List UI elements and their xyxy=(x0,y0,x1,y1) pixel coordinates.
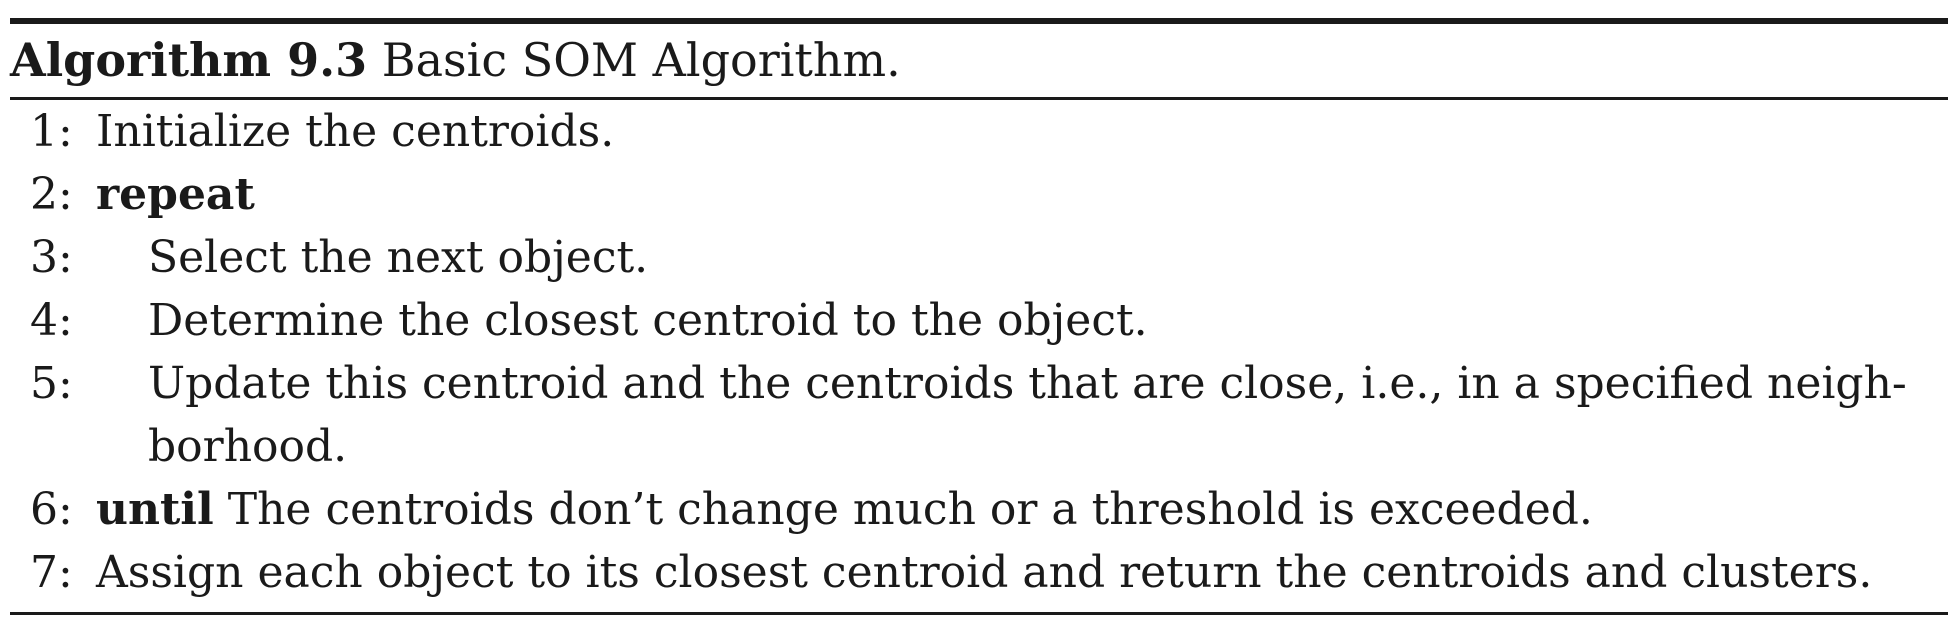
line-6-content: until The centroids don’t change much or… xyxy=(96,478,1593,541)
algorithm-label: Algorithm 9.3 xyxy=(10,33,368,87)
algorithm-line-7: 7: Assign each object to its closest cen… xyxy=(0,541,1948,604)
line-text: Update this centroid and the centroids t… xyxy=(148,358,1907,409)
bottom-rule xyxy=(10,612,1948,615)
line-number: 2: xyxy=(30,169,73,220)
algorithm-line-1: 1: Initialize the centroids. xyxy=(0,100,1948,163)
algorithm-line-5-continuation: borhood. xyxy=(0,415,1948,478)
algorithm-caption: Algorithm 9.3 Basic SOM Algorithm. xyxy=(10,24,901,97)
keyword-repeat: repeat xyxy=(96,169,255,220)
line-number: 4: xyxy=(30,295,73,346)
algorithm-line-4: 4: Determine the closest centroid to the… xyxy=(0,289,1948,352)
line-text: The centroids don’t change much or a thr… xyxy=(227,484,1593,535)
line-text: Select the next object. xyxy=(148,232,649,283)
line-text: Initialize the centroids. xyxy=(96,106,615,157)
line-number: 1: xyxy=(30,106,73,157)
line-text: Determine the closest centroid to the ob… xyxy=(148,295,1148,346)
line-number: 6: xyxy=(30,484,73,535)
line-number: 3: xyxy=(30,232,73,283)
keyword-until: until xyxy=(96,484,214,535)
line-number: 5: xyxy=(30,358,73,409)
line-number: 7: xyxy=(30,547,73,598)
algorithm-line-2: 2: repeat xyxy=(0,163,1948,226)
algorithm-title: Basic SOM Algorithm. xyxy=(381,33,901,87)
algorithm-line-5: 5: Update this centroid and the centroid… xyxy=(0,352,1948,415)
line-text-continuation: borhood. xyxy=(148,421,348,472)
line-text: Assign each object to its closest centro… xyxy=(96,547,1873,598)
algorithm-line-3: 3: Select the next object. xyxy=(0,226,1948,289)
algorithm-line-6: 6: until The centroids don’t change much… xyxy=(0,478,1948,541)
